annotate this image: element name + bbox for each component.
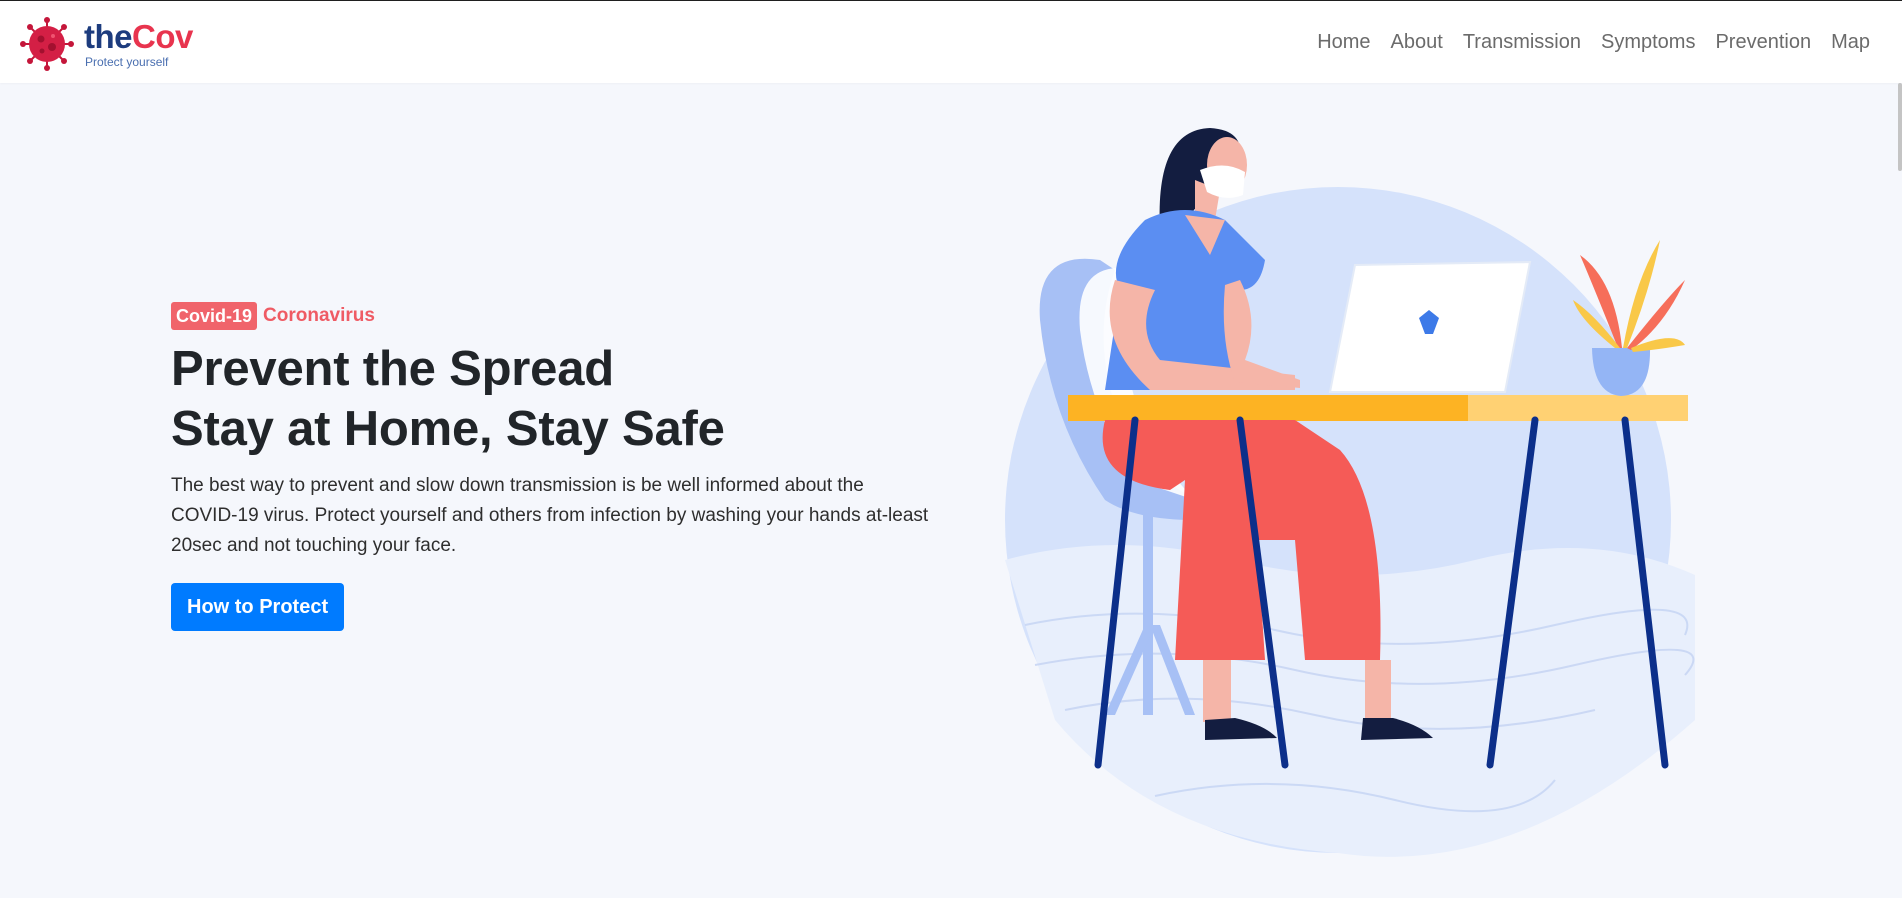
desk-top: [1068, 395, 1468, 421]
virus-icon: [20, 17, 74, 71]
page-scrollbar[interactable]: [1898, 83, 1902, 171]
badge-suffix: Coronavirus: [263, 305, 375, 326]
badge-row: Covid-19 Coronavirus: [171, 301, 951, 331]
nav-home[interactable]: Home: [1317, 29, 1370, 55]
brand-name: theCov: [84, 17, 193, 57]
hero-lead-text: The best way to prevent and slow down tr…: [171, 475, 929, 556]
brand-tagline: Protect yourself: [85, 55, 169, 69]
chair-pole: [1143, 505, 1153, 715]
headline-line-2: Stay at Home, Stay Safe: [171, 402, 725, 456]
main-nav: Home About Transmission Symptoms Prevent…: [1317, 29, 1870, 55]
nav-about[interactable]: About: [1391, 29, 1443, 55]
nav-symptoms[interactable]: Symptoms: [1601, 29, 1695, 55]
nav-map[interactable]: Map: [1831, 29, 1870, 55]
how-to-protect-button[interactable]: How to Protect: [171, 583, 345, 631]
brand-logo[interactable]: theCov Protect yourself: [18, 17, 208, 71]
covid-badge: Covid-19: [171, 302, 258, 330]
hero-headline: Prevent the Spread Stay at Home, Stay Sa…: [171, 339, 951, 459]
nav-prevention[interactable]: Prevention: [1715, 29, 1811, 55]
desk-top-right: [1468, 395, 1688, 421]
hero-illustration: [1005, 128, 1695, 857]
nav-transmission[interactable]: Transmission: [1463, 29, 1581, 55]
brand-name-part2: Cov: [132, 18, 193, 55]
brand-name-part1: the: [84, 18, 133, 55]
hero-content: Covid-19 Coronavirus Prevent the Spread …: [171, 301, 951, 631]
headline-line-1: Prevent the Spread: [171, 342, 614, 396]
navbar: theCov Protect yourself Home About Trans…: [0, 1, 1902, 83]
